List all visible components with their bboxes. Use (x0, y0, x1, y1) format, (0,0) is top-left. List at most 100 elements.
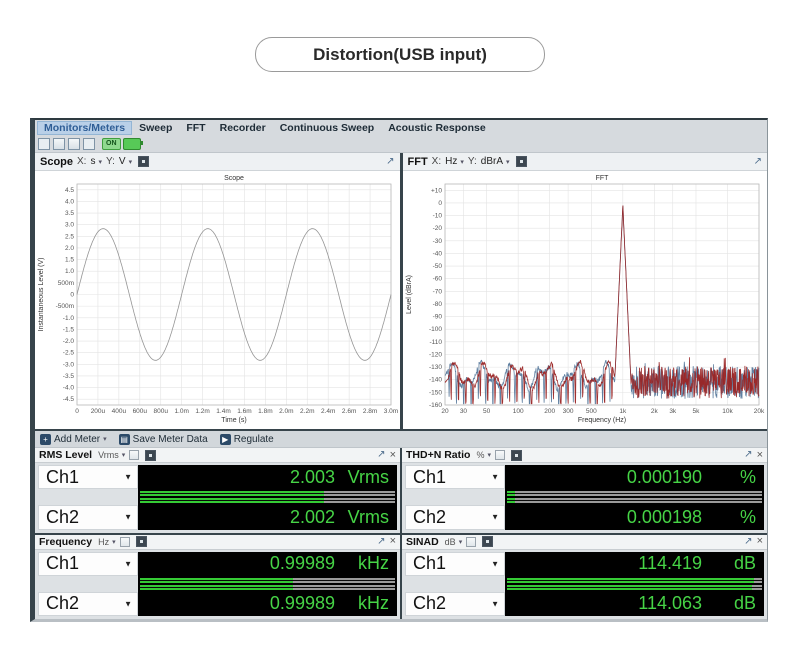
meter-toolbar: + Add Meter ▾ ▤ Save Meter Data ▶ Regula… (35, 431, 767, 448)
meter-header: SINAD dB ▾ ↗ × (402, 535, 767, 550)
svg-text:-50: -50 (432, 263, 442, 270)
svg-text:1.5: 1.5 (65, 257, 74, 264)
bar-meters (138, 489, 397, 505)
fft-x-unit-dropdown[interactable]: Hz ▾ (445, 156, 464, 167)
popout-icon[interactable]: ↗ (744, 537, 752, 547)
meter-body: Ch1 ▼ 2.003 Vrms Ch2 (35, 463, 400, 533)
svg-text:1.8m: 1.8m (258, 408, 272, 415)
scope-x-unit-dropdown[interactable]: s ▾ (90, 156, 102, 167)
svg-text:1.4m: 1.4m (216, 408, 230, 415)
settings-icon[interactable] (145, 450, 156, 461)
display-mode-icon[interactable] (120, 537, 130, 547)
svg-text:FFT: FFT (595, 175, 609, 182)
svg-text:500m: 500m (58, 280, 74, 287)
channel-selector[interactable]: Ch1 ▼ (38, 552, 138, 576)
meter-unit-dropdown[interactable]: Vrms ▾ (98, 450, 125, 460)
channel-selector[interactable]: Ch2 ▼ (405, 505, 505, 529)
page-title: Distortion(USB input) (313, 45, 487, 65)
layout-split-icon[interactable] (38, 138, 50, 150)
tab-sweep[interactable]: Sweep (132, 121, 179, 135)
settings-icon[interactable] (138, 156, 149, 167)
settings-icon[interactable] (482, 536, 493, 547)
channel-selector[interactable]: Ch1 ▼ (38, 465, 138, 489)
tab-acoustic-response[interactable]: Acoustic Response (381, 121, 492, 135)
display-mode-icon[interactable] (129, 450, 139, 460)
regulate-button[interactable]: ▶ Regulate (220, 434, 274, 445)
display-mode-icon[interactable] (466, 537, 476, 547)
meter-unit: kHz (335, 593, 389, 614)
meter-title: RMS Level (39, 449, 92, 461)
scope-y-unit-dropdown[interactable]: V ▾ (119, 156, 132, 167)
tab-continuous-sweep[interactable]: Continuous Sweep (273, 121, 382, 135)
tab-recorder[interactable]: Recorder (213, 121, 273, 135)
generator-on-toggle[interactable]: ON (102, 138, 141, 150)
meter-body: Ch1 ▼ 0.99989 kHz Ch2 (35, 550, 400, 620)
svg-text:800u: 800u (153, 408, 168, 415)
meter-unit-dropdown[interactable]: dB ▾ (445, 537, 463, 547)
svg-text:-2.5: -2.5 (63, 350, 75, 357)
add-meter-button[interactable]: + Add Meter ▾ (40, 434, 107, 445)
meter-display: 114.063 dB (505, 592, 764, 616)
fft-chart: +100-10-20-30-40-50-60-70-80-90-100-110-… (403, 171, 768, 429)
settings-icon[interactable] (516, 156, 527, 167)
popout-icon[interactable]: ↗ (754, 157, 762, 167)
meter-unit-dropdown[interactable]: % ▾ (476, 450, 491, 460)
meter-display: 2.003 Vrms (138, 465, 397, 489)
fft-y-unit-dropdown[interactable]: dBrA ▾ (481, 156, 510, 167)
meter-value: 0.99989 (270, 593, 335, 614)
meter-channel-row: Ch1 ▼ 2.003 Vrms (38, 465, 397, 489)
svg-text:-1.5: -1.5 (63, 326, 75, 333)
close-icon[interactable]: × (390, 450, 396, 461)
channel-selector[interactable]: Ch2 ▼ (405, 592, 505, 616)
svg-text:Level (dBrA): Level (dBrA) (406, 275, 413, 314)
meter-body: Ch1 ▼ 0.000190 % Ch2 (402, 463, 767, 533)
tab-bar: Monitors/Meters Sweep FFT Recorder Conti… (35, 120, 767, 136)
channel-selector[interactable]: Ch2 ▼ (38, 592, 138, 616)
layout-quad-icon[interactable] (83, 138, 95, 150)
chevron-down-icon: ▼ (491, 599, 499, 608)
meter-value: 2.003 (290, 467, 335, 488)
popout-icon[interactable]: ↗ (386, 157, 394, 167)
tab-monitors-meters[interactable]: Monitors/Meters (37, 121, 132, 135)
meter-display: 0.000198 % (505, 505, 764, 529)
channel-selector[interactable]: Ch1 ▼ (405, 552, 505, 576)
svg-text:1.0m: 1.0m (174, 408, 188, 415)
chevron-down-icon: ▾ (103, 435, 107, 443)
channel-selector[interactable]: Ch2 ▼ (38, 505, 138, 529)
svg-text:-120: -120 (428, 351, 441, 358)
meter-unit-dropdown[interactable]: Hz ▾ (98, 537, 116, 547)
bar-meter-ch2 (507, 498, 762, 503)
meter-panel-frequency: Frequency Hz ▾ ↗ × Ch1 ▼ (35, 535, 400, 620)
chevron-down-icon: ▾ (459, 538, 463, 546)
svg-text:20k: 20k (753, 408, 764, 415)
display-mode-icon[interactable] (495, 450, 505, 460)
svg-text:-160: -160 (428, 402, 441, 409)
svg-text:2.0: 2.0 (65, 245, 74, 252)
chevron-down-icon: ▼ (124, 599, 132, 608)
scope-panel-title: Scope (40, 156, 73, 168)
bar-meter-ch1 (140, 491, 395, 496)
popout-icon[interactable]: ↗ (744, 450, 752, 460)
svg-text:1.6m: 1.6m (237, 408, 251, 415)
svg-text:300: 300 (562, 408, 573, 415)
settings-icon[interactable] (136, 536, 147, 547)
svg-text:200u: 200u (91, 408, 106, 415)
svg-text:3.0m: 3.0m (384, 408, 398, 415)
channel-selector[interactable]: Ch1 ▼ (405, 465, 505, 489)
svg-text:Scope: Scope (224, 175, 244, 182)
meter-unit: % (702, 467, 756, 488)
save-meter-data-button[interactable]: ▤ Save Meter Data (119, 434, 208, 445)
popout-icon[interactable]: ↗ (377, 537, 385, 547)
svg-text:0: 0 (75, 408, 79, 415)
save-icon: ▤ (119, 434, 130, 445)
meter-unit: Vrms (335, 467, 389, 488)
svg-text:-10: -10 (432, 213, 442, 220)
layout-grid-icon[interactable] (53, 138, 65, 150)
layout-single-icon[interactable] (68, 138, 80, 150)
close-icon[interactable]: × (757, 450, 763, 461)
tab-fft[interactable]: FFT (179, 121, 212, 135)
close-icon[interactable]: × (757, 536, 763, 547)
settings-icon[interactable] (511, 450, 522, 461)
popout-icon[interactable]: ↗ (377, 450, 385, 460)
close-icon[interactable]: × (390, 536, 396, 547)
